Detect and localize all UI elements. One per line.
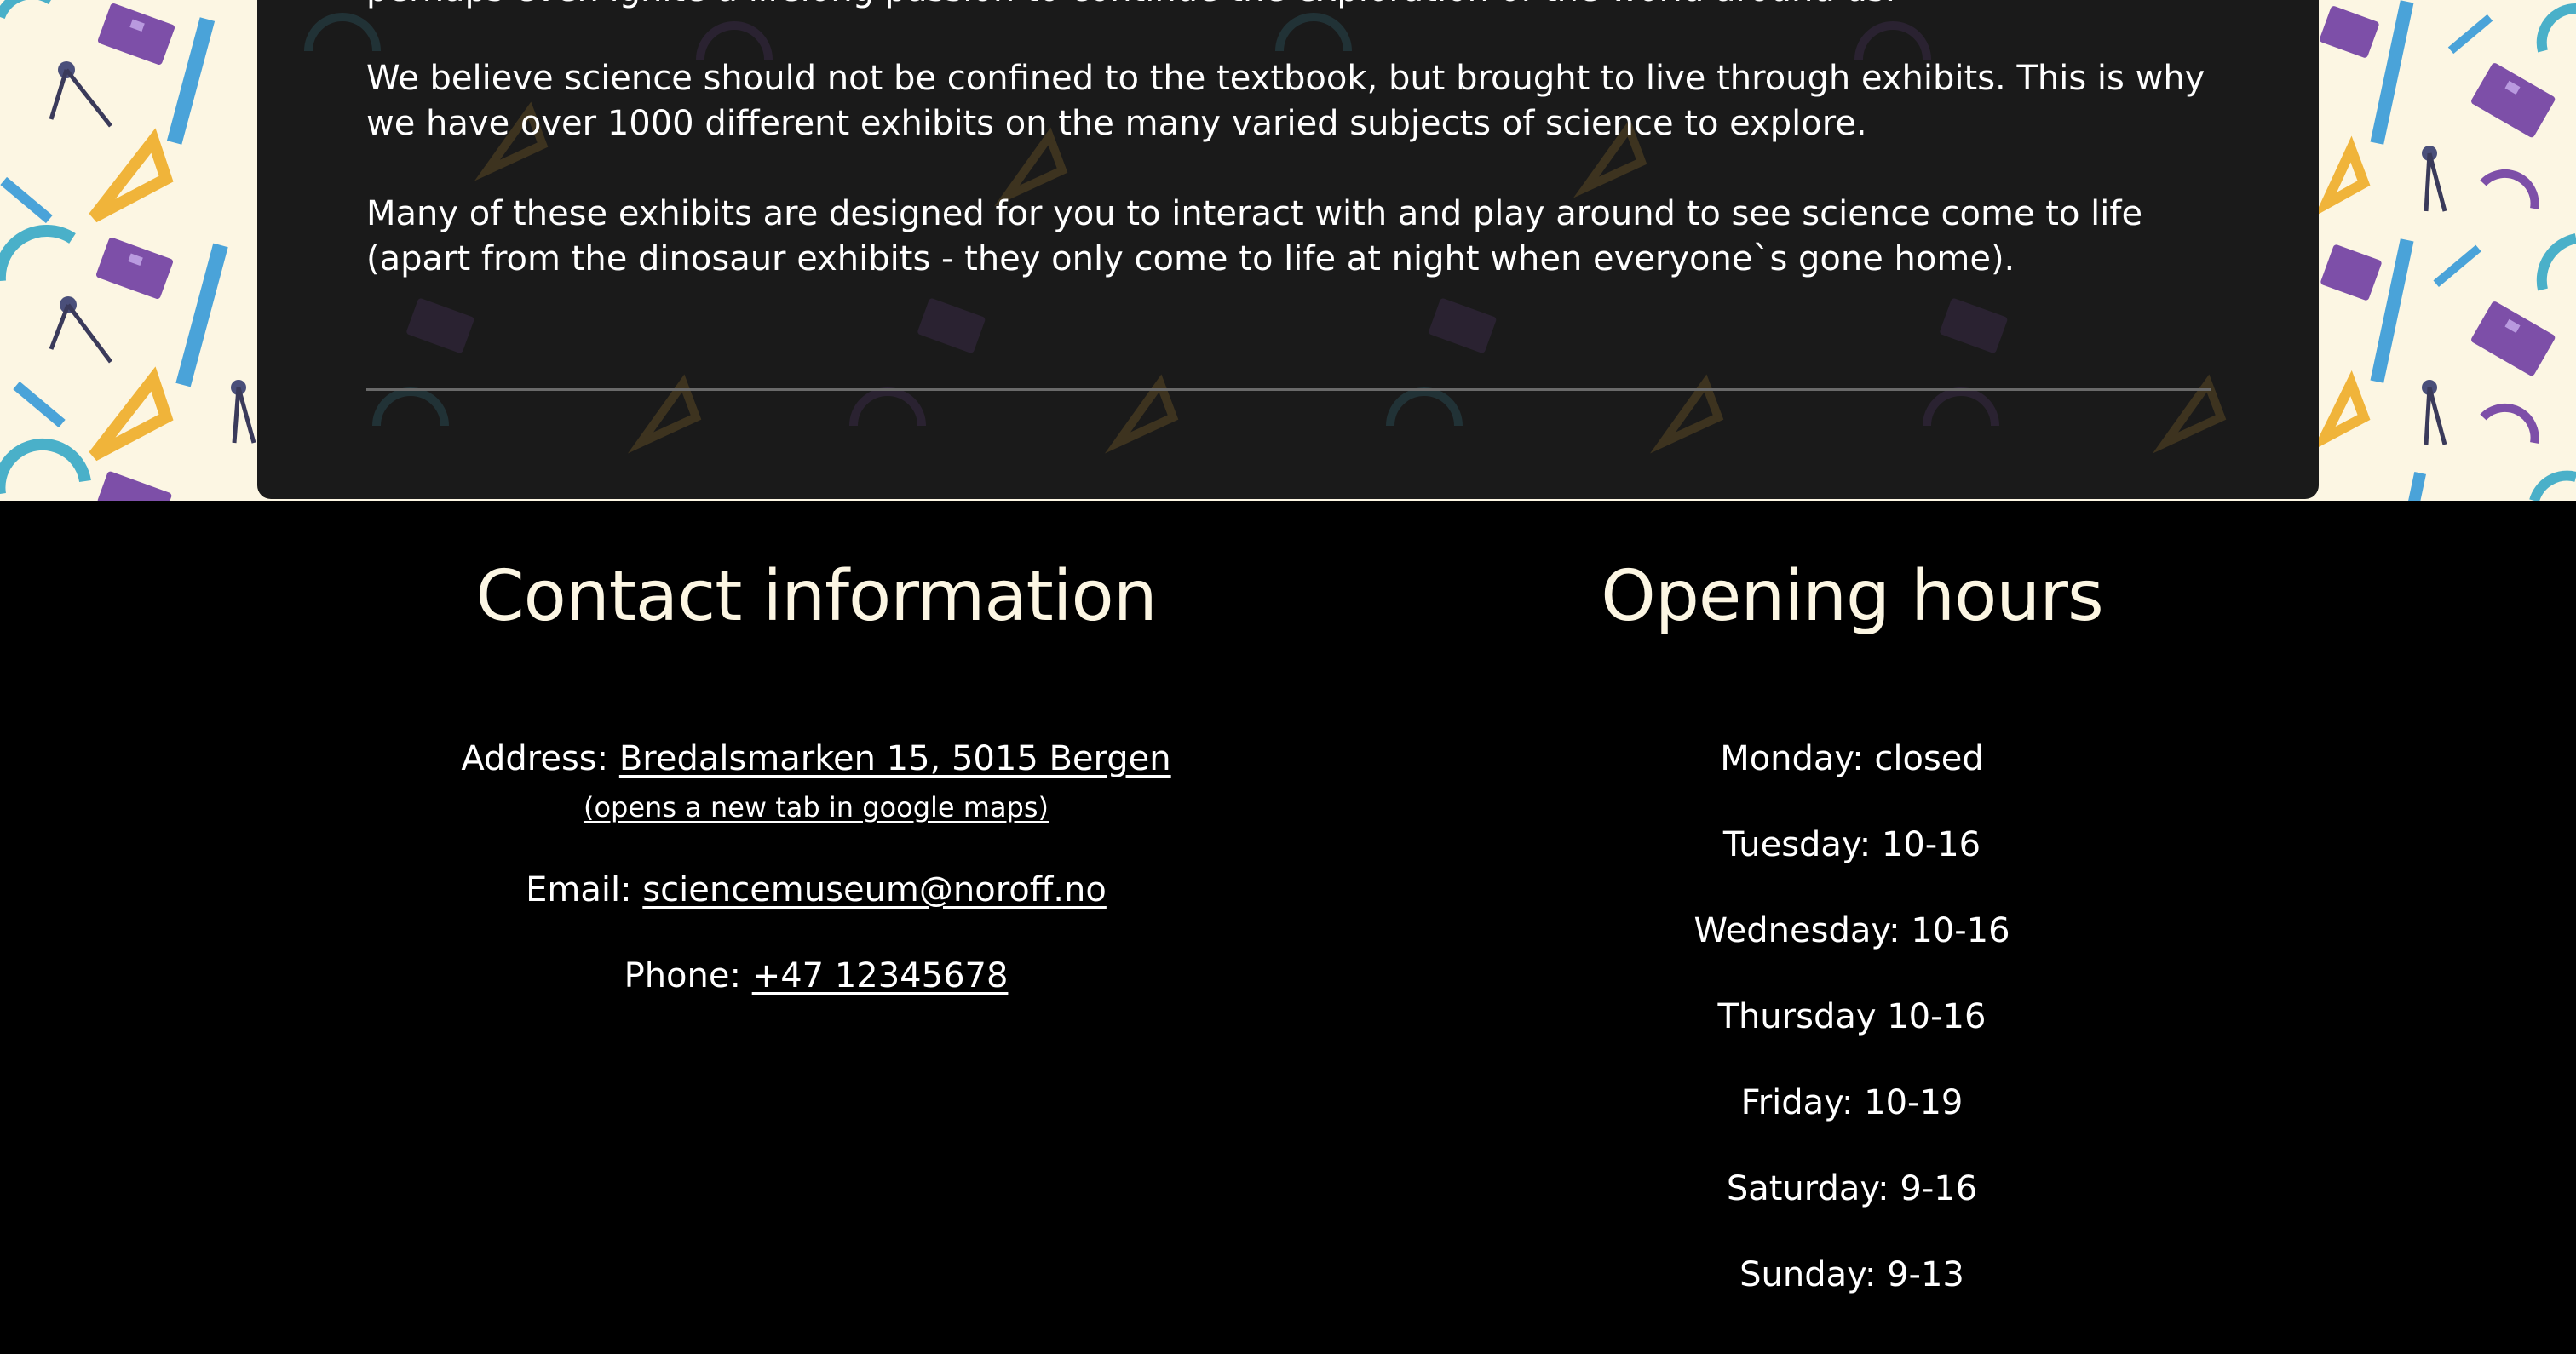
footer: Contact information Address: Bredalsmark… xyxy=(0,501,2576,1354)
pencil-icon xyxy=(2433,244,2481,288)
protractor-icon xyxy=(2480,403,2539,444)
protractor-icon xyxy=(2536,3,2576,53)
email-line: Email: sciencemuseum@noroff.no xyxy=(305,869,1327,911)
protractor-icon xyxy=(2529,470,2576,501)
ruler-icon xyxy=(166,17,216,145)
maps-note-link[interactable]: (opens a new tab in google maps) xyxy=(584,791,1049,823)
email-label: Email: xyxy=(526,870,632,909)
protractor-icon xyxy=(0,0,51,20)
protractor-icon xyxy=(0,225,76,281)
compass-icon xyxy=(231,380,256,444)
pencil-icon xyxy=(0,176,53,224)
pencil-icon xyxy=(13,381,66,428)
hours-thursday: Thursday 10-16 xyxy=(1717,997,1987,1036)
notebook-icon xyxy=(2471,63,2556,138)
ruler-icon xyxy=(2406,471,2427,501)
notebook-icon xyxy=(2471,301,2556,376)
email-link[interactable]: sciencemuseum@noroff.no xyxy=(642,870,1107,909)
opening-hours-title: Opening hours xyxy=(1601,556,2103,637)
ruler-icon xyxy=(175,243,228,387)
address-line: Address: Bredalsmarken 15, 5015 Bergen xyxy=(305,737,1327,780)
interactive-paragraph: Many of these exhibits are designed for … xyxy=(366,194,2143,278)
divider xyxy=(366,388,2211,391)
pencil-icon xyxy=(2447,14,2493,55)
phone-link[interactable]: +47 12345678 xyxy=(752,956,1009,995)
hours-sunday: Sunday: 9-13 xyxy=(1739,1255,1964,1294)
compass-icon xyxy=(2422,380,2447,445)
compass-icon xyxy=(49,61,112,128)
protractor-icon xyxy=(2480,169,2539,209)
phone-label: Phone: xyxy=(624,956,741,995)
partial-paragraph: perhaps even ignite a lifelong passion t… xyxy=(366,0,1895,13)
hours-friday: Friday: 10-19 xyxy=(1740,1083,1964,1122)
triangle-ruler-icon xyxy=(2314,135,2371,217)
compass-icon xyxy=(49,296,113,364)
phone-line: Phone: +47 12345678 xyxy=(305,955,1327,997)
hours-saturday: Saturday: 9-16 xyxy=(1726,1169,1978,1208)
exhibits-paragraph: We believe science should not be confine… xyxy=(366,59,2205,143)
about-card: perhaps even ignite a lifelong passion t… xyxy=(257,0,2319,499)
notebook-icon xyxy=(2320,244,2382,301)
notebook-icon xyxy=(2320,6,2379,58)
protractor-icon xyxy=(0,438,91,494)
notebook-icon xyxy=(95,237,174,300)
triangle-ruler-icon xyxy=(89,128,174,223)
hours-wednesday: Wednesday: 10-16 xyxy=(1693,911,2010,950)
hours-tuesday: Tuesday: 10-16 xyxy=(1722,825,1981,864)
compass-icon xyxy=(2422,146,2447,212)
notebook-icon xyxy=(97,471,172,501)
address-label: Address: xyxy=(461,739,609,778)
notebook-icon xyxy=(97,3,175,66)
triangle-ruler-icon xyxy=(89,366,174,462)
protractor-icon xyxy=(2536,233,2576,291)
triangle-ruler-icon xyxy=(2312,370,2371,451)
contact-title: Contact information xyxy=(475,556,1157,637)
address-link[interactable]: Bredalsmarken 15, 5015 Bergen xyxy=(619,739,1171,778)
hours-monday: Monday: closed xyxy=(1720,739,1984,778)
maps-note: (opens a new tab in google maps) xyxy=(305,790,1327,824)
